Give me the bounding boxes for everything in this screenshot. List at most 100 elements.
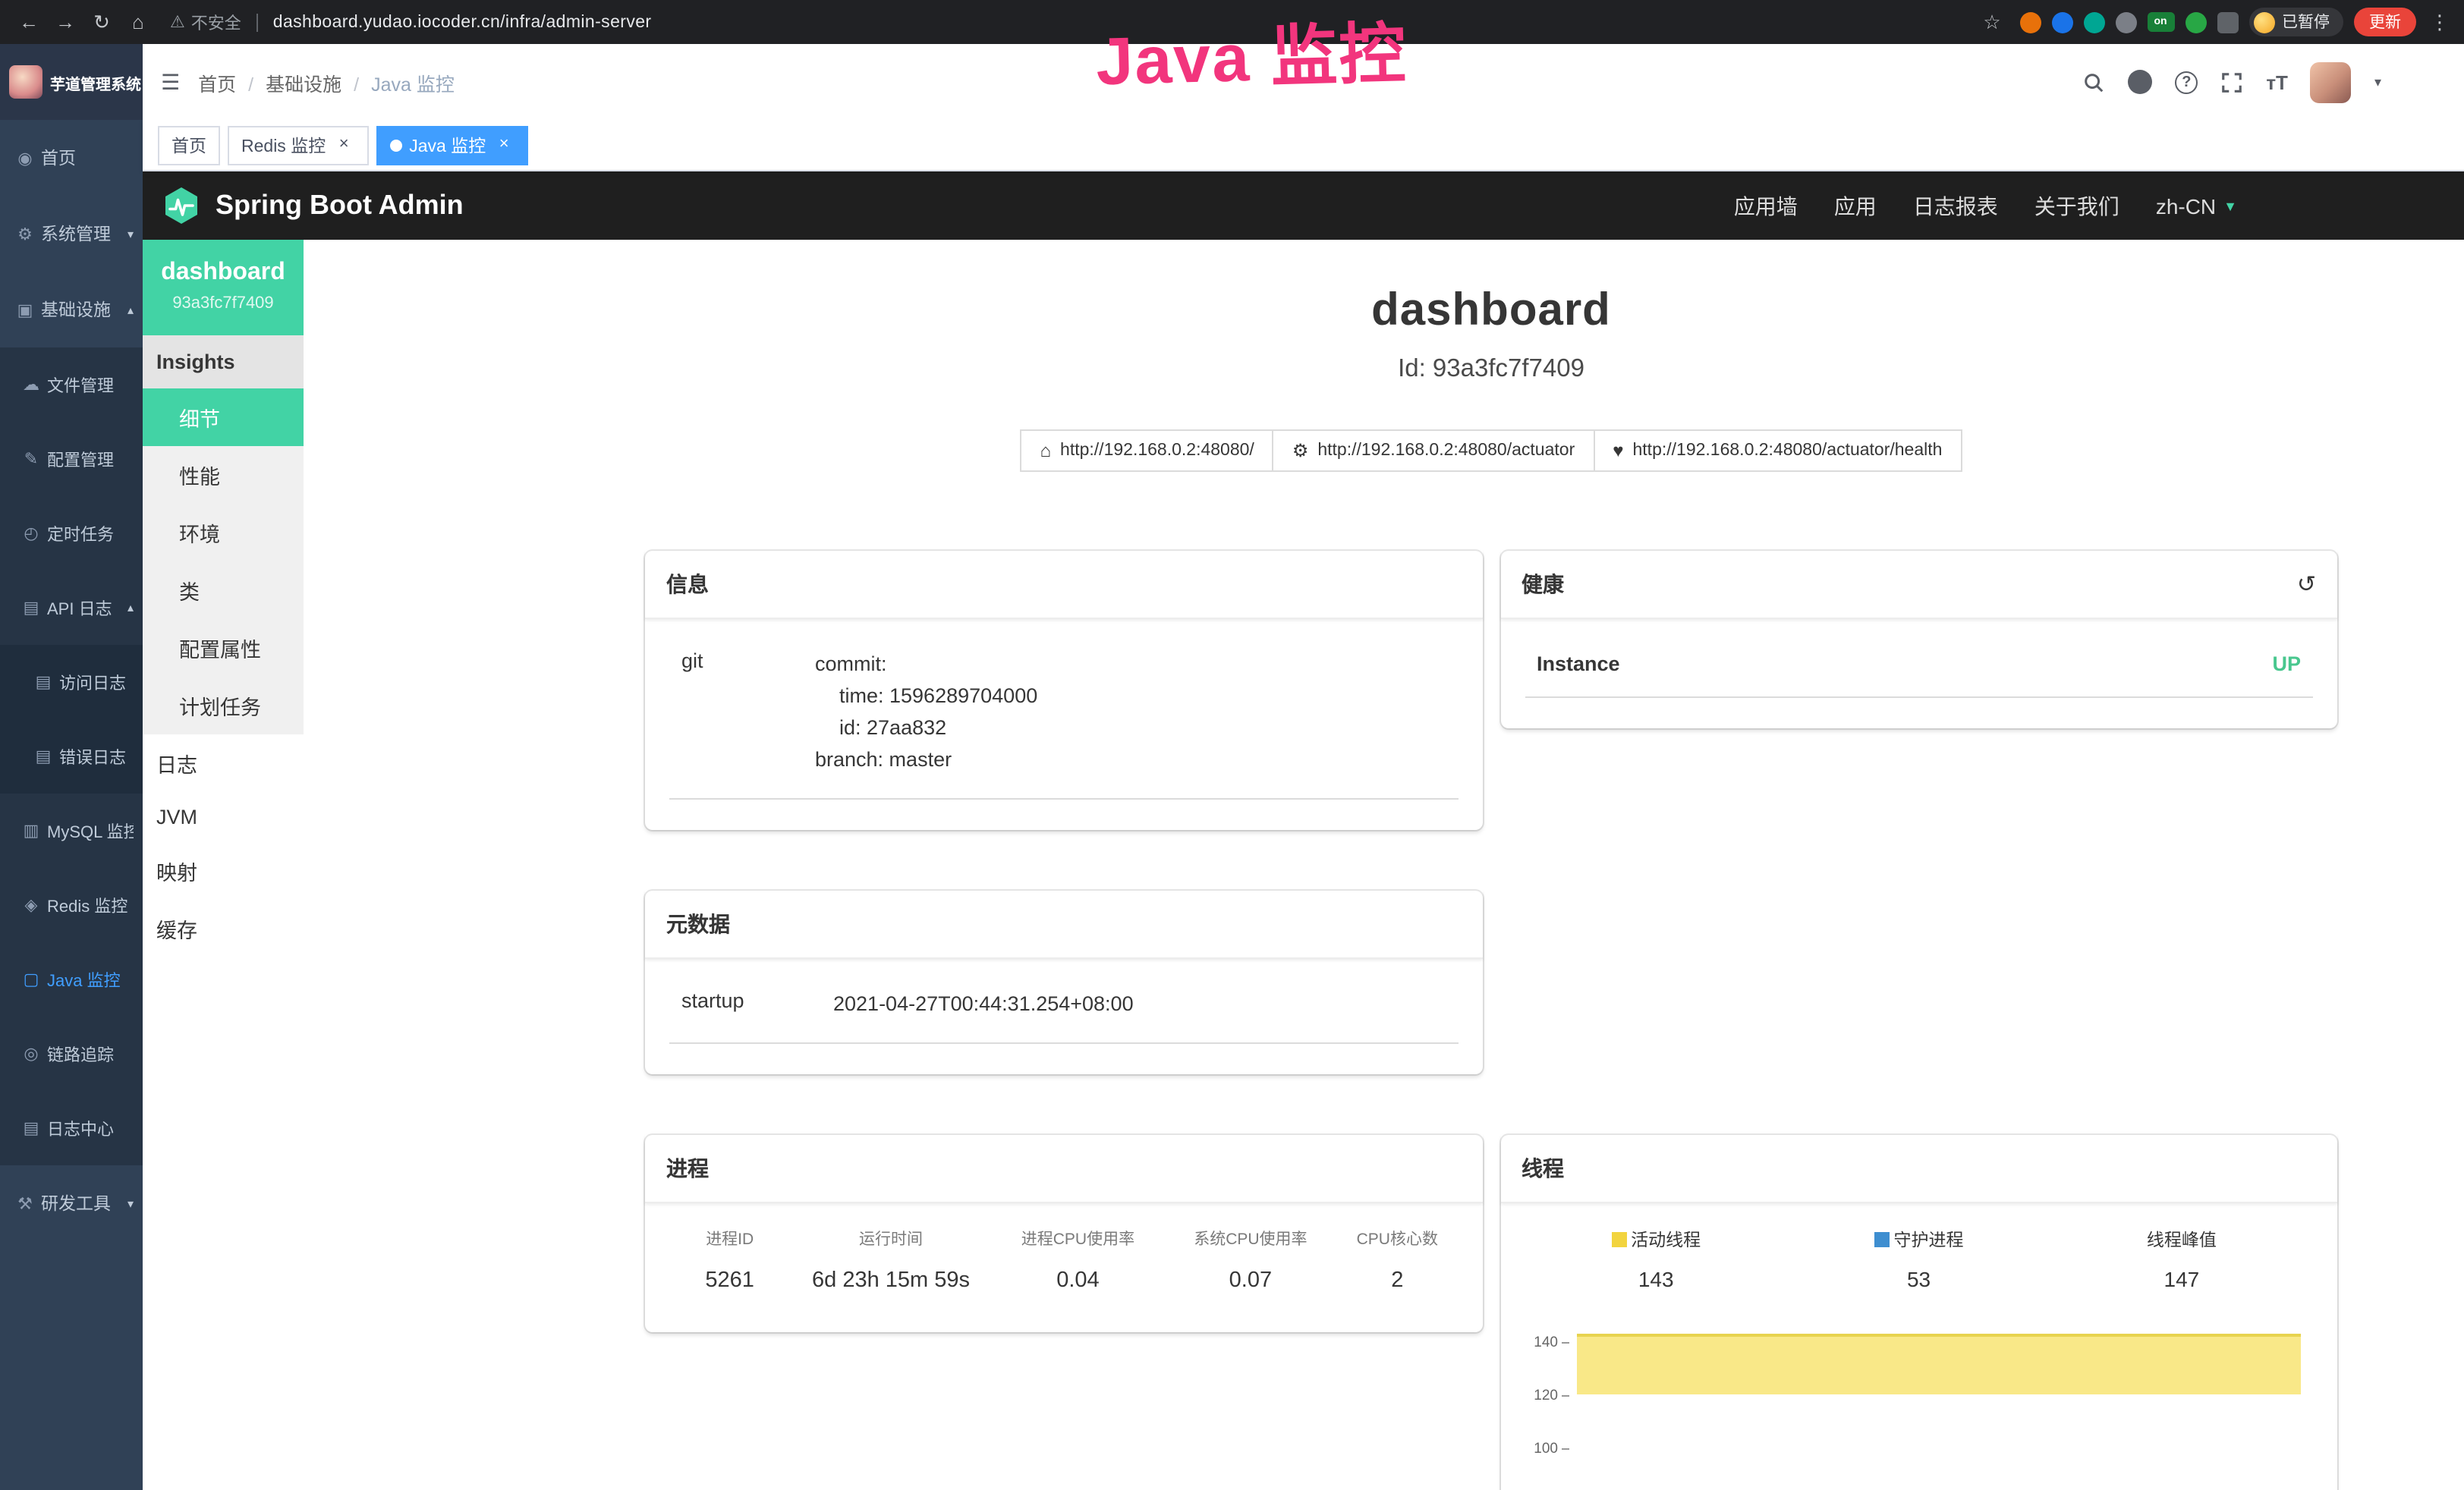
site-security-indicator[interactable]: ⚠ 不安全 bbox=[170, 10, 241, 34]
sba-nav-applications[interactable]: 应用 bbox=[1834, 190, 1877, 221]
sba-item-environment[interactable]: 环境 bbox=[143, 504, 304, 561]
sba-item-scheduled-tasks[interactable]: 计划任务 bbox=[143, 677, 304, 734]
fullscreen-icon[interactable] bbox=[2220, 71, 2243, 93]
health-card: 健康 ↺ Instance UP bbox=[1500, 551, 2337, 728]
app-logo[interactable]: 芋道管理系统 bbox=[0, 44, 143, 120]
sidebar-item-system-mgmt[interactable]: ⚙ 系统管理 ▾ bbox=[0, 196, 143, 272]
caret-down-icon[interactable]: ▾ bbox=[2374, 74, 2381, 90]
metadata-key: startup bbox=[681, 989, 833, 1020]
sba-navbar: Spring Boot Admin 应用墙 应用 日志报表 关于我们 zh-CN… bbox=[143, 171, 2464, 240]
locale-label: zh-CN bbox=[2156, 193, 2216, 218]
user-avatar[interactable] bbox=[2311, 61, 2352, 102]
sidebar-item-error-log[interactable]: ▤ 错误日志 bbox=[0, 719, 143, 794]
profile-paused-chip[interactable]: 已暂停 bbox=[2248, 8, 2343, 36]
legend-peak-threads: 线程峰值 147 bbox=[2050, 1227, 2313, 1290]
history-icon[interactable]: ↺ bbox=[2297, 571, 2316, 598]
sidebar-item-mysql-monitor[interactable]: ▥ MySQL 监控 bbox=[0, 794, 143, 868]
sba-nav-about[interactable]: 关于我们 bbox=[2034, 190, 2119, 221]
health-instance-row[interactable]: Instance UP bbox=[1525, 640, 2313, 698]
github-icon[interactable] bbox=[2128, 70, 2152, 94]
sba-item-logs[interactable]: 日志 bbox=[143, 734, 304, 792]
sidebar-item-dev-tools[interactable]: ⚒ 研发工具 ▾ bbox=[0, 1165, 143, 1241]
browser-update-button[interactable]: 更新 bbox=[2354, 8, 2416, 36]
sba-item-metrics[interactable]: 性能 bbox=[143, 446, 304, 504]
sidebar-item-scheduled-jobs[interactable]: ◴ 定时任务 bbox=[0, 496, 143, 571]
sidebar-item-file-mgmt[interactable]: ☁ 文件管理 bbox=[0, 347, 143, 422]
api-log-submenu: ▤ 访问日志 ▤ 错误日志 bbox=[0, 645, 143, 794]
chart-plot-area bbox=[1576, 1306, 2301, 1490]
sidebar-item-access-log[interactable]: ▤ 访问日志 bbox=[0, 645, 143, 719]
instance-header[interactable]: dashboard 93a3fc7f7409 bbox=[143, 240, 304, 335]
card-title: 信息 bbox=[666, 569, 709, 599]
url-text[interactable]: dashboard.yudao.iocoder.cn/infra/admin-s… bbox=[273, 13, 652, 31]
sba-item-config-props[interactable]: 配置属性 bbox=[143, 619, 304, 677]
sidebar-item-home[interactable]: ◉ 首页 bbox=[0, 120, 143, 196]
wrench-icon: ⚙ bbox=[1292, 440, 1309, 461]
sba-item-mappings[interactable]: 映射 bbox=[143, 842, 304, 900]
process-stat-system-cpu: 系统CPU使用率 0.07 bbox=[1164, 1227, 1336, 1292]
home-icon[interactable]: ⌂ bbox=[121, 5, 155, 39]
tab-redis-monitor[interactable]: Redis 监控 × bbox=[228, 125, 368, 165]
locale-selector[interactable]: zh-CN ▼ bbox=[2156, 193, 2237, 218]
sidebar-item-java-monitor[interactable]: ▢ Java 监控 bbox=[0, 942, 143, 1017]
java-monitor-icon: ▢ bbox=[21, 970, 41, 989]
hamburger-icon[interactable]: ☰ bbox=[143, 69, 198, 95]
sba-root-items: 日志 JVM 映射 缓存 bbox=[143, 734, 304, 957]
extension-icon-orange[interactable] bbox=[2019, 11, 2041, 33]
sba-item-classes[interactable]: 类 bbox=[143, 561, 304, 619]
health-url-button[interactable]: ♥ http://192.168.0.2:48080/actuator/heal… bbox=[1593, 429, 1962, 472]
tab-home[interactable]: 首页 bbox=[158, 125, 220, 165]
extension-on-badge-icon[interactable]: on bbox=[2147, 12, 2174, 32]
tab-java-monitor[interactable]: Java 监控 × bbox=[376, 125, 528, 165]
breadcrumb-infrastructure[interactable]: 基础设施 bbox=[248, 68, 341, 96]
reload-icon[interactable]: ↻ bbox=[85, 5, 118, 39]
breadcrumb-home[interactable]: 首页 bbox=[198, 68, 236, 96]
threads-chart: 140 120 100 bbox=[1525, 1306, 2313, 1490]
sidebar-item-infrastructure[interactable]: ▣ 基础设施 ▴ bbox=[0, 272, 143, 347]
font-size-icon[interactable]: тT bbox=[2266, 71, 2288, 93]
instance-id: 93a3fc7f7409 bbox=[150, 294, 296, 313]
sidebar-item-trace[interactable]: ◎ 链路追踪 bbox=[0, 1017, 143, 1091]
instance-name: dashboard bbox=[150, 259, 296, 287]
sidebar-section-insights: Insights bbox=[143, 335, 304, 388]
extension-icon-grid[interactable] bbox=[2115, 11, 2136, 33]
extension-icon-teal[interactable] bbox=[2083, 11, 2104, 33]
extension-icon-blue[interactable] bbox=[2051, 11, 2072, 33]
timer-icon: ◴ bbox=[21, 523, 41, 543]
service-url-button[interactable]: ⌂ http://192.168.0.2:48080/ bbox=[1021, 429, 1274, 472]
tabs-bar: 首页 Redis 监控 × Java 监控 × bbox=[143, 120, 2464, 171]
database-icon: ▥ bbox=[21, 821, 41, 841]
url-separator bbox=[256, 13, 258, 31]
extension-icon-green[interactable] bbox=[2185, 11, 2206, 33]
sba-nav-wallboard[interactable]: 应用墙 bbox=[1734, 190, 1798, 221]
actuator-url-button[interactable]: ⚙ http://192.168.0.2:48080/actuator bbox=[1273, 429, 1594, 472]
infrastructure-icon: ▣ bbox=[15, 300, 35, 319]
tab-close-icon[interactable]: × bbox=[493, 134, 515, 156]
metadata-startup-row: startup 2021-04-27T00:44:31.254+08:00 bbox=[669, 979, 1458, 1043]
logo-avatar bbox=[9, 65, 42, 99]
sidebar-item-api-log[interactable]: ▤ API 日志 ▴ bbox=[0, 571, 143, 645]
sba-item-details[interactable]: 细节 bbox=[143, 388, 304, 446]
sba-main: dashboard Id: 93a3fc7f7409 ⌂ http://192.… bbox=[304, 240, 2464, 1490]
extension-puzzle-icon[interactable] bbox=[2217, 11, 2238, 33]
sidebar-item-config-mgmt[interactable]: ✎ 配置管理 bbox=[0, 422, 143, 496]
sba-item-caches[interactable]: 缓存 bbox=[143, 900, 304, 957]
process-stat-pid: 进程ID 5261 bbox=[669, 1227, 790, 1292]
browser-menu-icon[interactable]: ⋮ bbox=[2427, 10, 2453, 34]
sba-item-jvm[interactable]: JVM bbox=[143, 792, 304, 842]
admin-sidebar: 芋道管理系统 ◉ 首页 ⚙ 系统管理 ▾ ▣ 基础设施 ▴ bbox=[0, 44, 143, 1490]
page-instance-id: Id: 93a3fc7f7409 bbox=[645, 355, 2337, 384]
sidebar-item-log-center[interactable]: ▤ 日志中心 bbox=[0, 1091, 143, 1165]
bookmark-star-icon[interactable]: ☆ bbox=[1975, 5, 2009, 39]
sba-nav-journal[interactable]: 日志报表 bbox=[1913, 190, 1998, 221]
screen: ← → ↻ ⌂ ⚠ 不安全 dashboard.yudao.iocoder.cn… bbox=[0, 0, 2464, 1490]
forward-icon[interactable]: → bbox=[49, 5, 82, 39]
sba-brand[interactable]: Spring Boot Admin bbox=[161, 185, 464, 226]
admin-navbar: ☰ 首页 基础设施 Java 监控 ? тT bbox=[143, 44, 2464, 120]
sba-logo-icon bbox=[161, 185, 202, 226]
back-icon[interactable]: ← bbox=[12, 5, 46, 39]
tab-close-icon[interactable]: × bbox=[333, 134, 354, 156]
search-icon[interactable] bbox=[2082, 71, 2105, 93]
sidebar-item-redis-monitor[interactable]: ◈ Redis 监控 bbox=[0, 868, 143, 942]
help-icon[interactable]: ? bbox=[2175, 71, 2198, 93]
